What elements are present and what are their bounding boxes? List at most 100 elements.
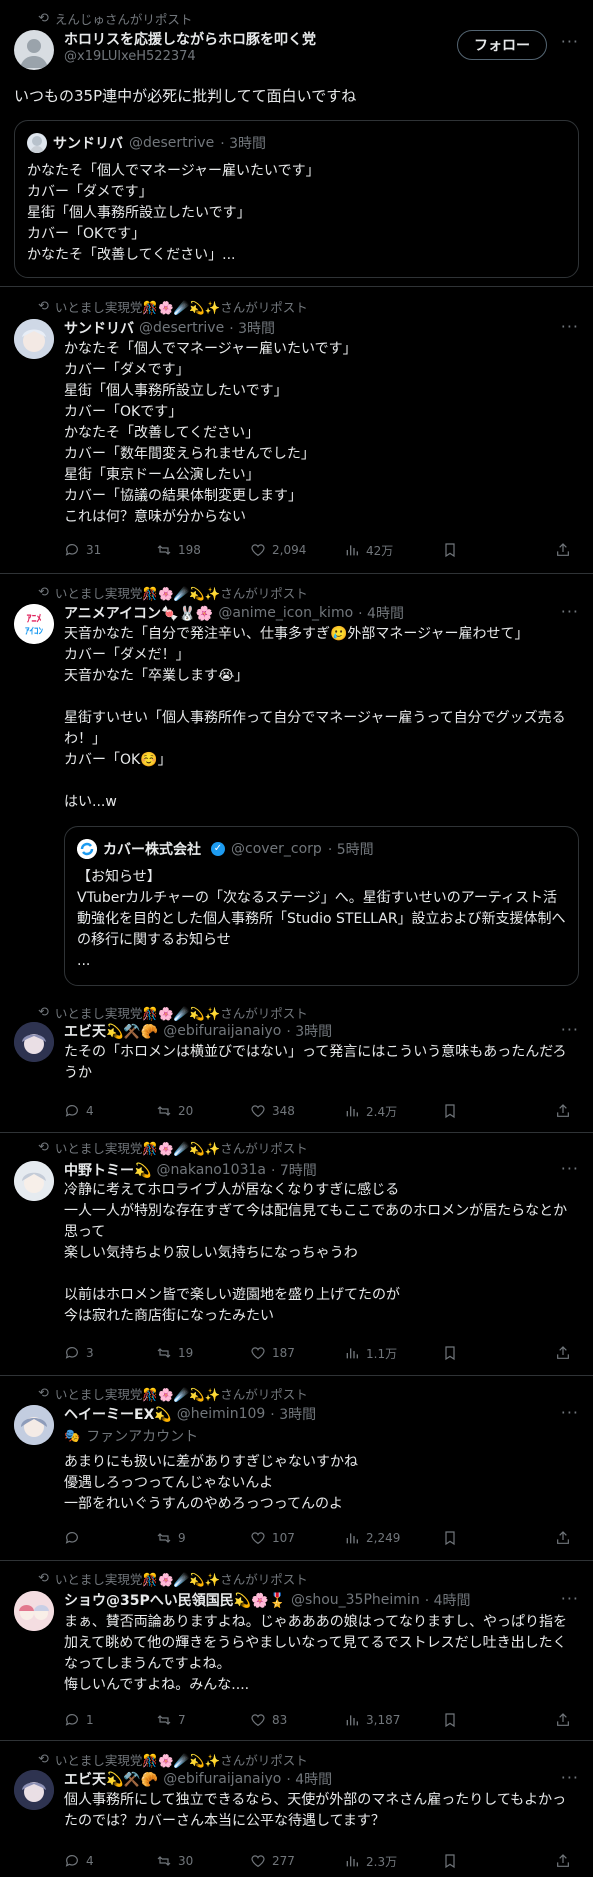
reply-button[interactable]: 3 xyxy=(64,1345,156,1361)
tweet-3[interactable]: ⟲ いとまし実現党🎊🌸☄️💫✨さんがリポスト ｱﾆﾒ ｱｲｺﾝ アニメアイコン🍬🐰… xyxy=(0,574,593,1000)
avatar[interactable] xyxy=(14,1022,54,1062)
views-button[interactable]: 1.1万 xyxy=(344,1345,442,1362)
quote-timestamp: · 5時間 xyxy=(327,842,374,858)
repost-button[interactable]: 19 xyxy=(156,1345,250,1361)
tweet-6[interactable]: ⟲ いとまし実現党🎊🌸☄️💫✨さんがリポスト ヘイーミーEX💫 @heimin1… xyxy=(0,1376,593,1561)
quote-display-name: サンドリバ xyxy=(53,136,123,152)
display-name[interactable]: サンドリバ xyxy=(64,318,134,338)
user-handle[interactable]: @x19LUlxeH522374 xyxy=(64,49,196,64)
repost-button[interactable]: 7 xyxy=(156,1712,250,1728)
tweet-8[interactable]: ⟲ いとまし実現党🎊🌸☄️💫✨さんがリポスト エビ天💫⚒️🥐 @ebifurai… xyxy=(0,1741,593,1877)
reply-button[interactable]: 1 xyxy=(64,1712,156,1728)
reply-icon xyxy=(65,1714,78,1726)
repost-button[interactable]: 20 xyxy=(156,1103,250,1119)
quote-header: サンドリバ @desertrive · 3時間 xyxy=(27,133,266,153)
repost-button[interactable]: 9 xyxy=(156,1530,250,1546)
avatar[interactable]: ｱﾆﾒ ｱｲｺﾝ xyxy=(14,604,54,644)
like-button[interactable]: 107 xyxy=(250,1530,344,1546)
user-handle[interactable]: @anime_icon_kimo xyxy=(218,605,353,621)
quoted-tweet[interactable]: カバー株式会社 ✓ @cover_corp · 5時間 【お知らせ】 VTube… xyxy=(64,826,579,986)
tweet-text: 個人事務所にして独立できるなら、天使が外部のマネさん雇ったりしてもよかったのでは… xyxy=(64,1792,567,1829)
tweet-1[interactable]: ⟲ えんじゅさんがリポスト ホロリスを応援しながらホロ豚を叩く党 @x19LUl… xyxy=(0,0,593,287)
user-handle[interactable]: @desertrive xyxy=(139,320,224,336)
bookmark-button[interactable] xyxy=(442,1712,470,1728)
quote-text: かなたそ「個人でマネージャー雇いたいです」 カバー「ダメです」 星街「個人事務所… xyxy=(27,163,320,263)
timestamp[interactable]: · 4時間 xyxy=(358,603,404,623)
avatar[interactable] xyxy=(14,1161,54,1201)
timestamp[interactable]: · 3時間 xyxy=(229,318,275,338)
follow-button[interactable]: フォロー xyxy=(457,30,547,60)
like-button[interactable]: 187 xyxy=(250,1345,344,1361)
tweet-2[interactable]: ⟲ いとまし実現党🎊🌸☄️💫✨さんがリポスト サンドリバ @desertrive… xyxy=(0,287,593,574)
avatar[interactable] xyxy=(14,319,54,359)
tweet-7[interactable]: ⟲ いとまし実現党🎊🌸☄️💫✨さんがリポスト ショウ@35Pへい民領国民💫🌸🎖️… xyxy=(0,1561,593,1741)
timestamp[interactable]: · 4時間 xyxy=(286,1769,332,1789)
reply-button[interactable] xyxy=(64,1530,156,1546)
share-button[interactable] xyxy=(555,1345,579,1361)
timestamp[interactable]: · 3時間 xyxy=(270,1404,316,1424)
views-button[interactable]: 2.4万 xyxy=(344,1103,442,1120)
share-button[interactable] xyxy=(555,1103,579,1119)
avatar[interactable] xyxy=(14,1591,54,1631)
like-button[interactable]: 277 xyxy=(250,1853,344,1869)
more-icon[interactable]: ··· xyxy=(561,602,579,621)
more-icon[interactable]: ··· xyxy=(561,1020,579,1039)
reply-icon xyxy=(65,1532,78,1544)
user-handle[interactable]: @shou_35Pheimin xyxy=(291,1592,420,1608)
share-button[interactable] xyxy=(555,1530,579,1546)
reply-button[interactable]: 4 xyxy=(64,1853,156,1869)
user-handle[interactable]: @heimin109 xyxy=(177,1406,266,1422)
timestamp[interactable]: · 4時間 xyxy=(425,1590,471,1610)
avatar[interactable] xyxy=(14,1770,54,1810)
repost-icon xyxy=(157,1715,171,1725)
avatar[interactable] xyxy=(14,1405,54,1445)
reply-icon xyxy=(65,1105,78,1117)
display-name[interactable]: ホロリスを応援しながらホロ豚を叩く党 xyxy=(64,29,316,49)
bookmark-button[interactable] xyxy=(442,542,470,558)
views-button[interactable]: 3,187 xyxy=(344,1712,442,1728)
user-handle[interactable]: @nakano1031a xyxy=(156,1162,266,1178)
display-name[interactable]: 中野トミー💫 xyxy=(64,1160,151,1180)
share-button[interactable] xyxy=(555,542,579,558)
user-handle[interactable]: @ebifuraijanaiyo xyxy=(163,1023,281,1039)
quoted-tweet[interactable]: サンドリバ @desertrive · 3時間 かなたそ「個人でマネージャー雇い… xyxy=(14,120,579,278)
display-name[interactable]: エビ天💫⚒️🥐 xyxy=(64,1021,158,1041)
reply-button[interactable]: 31 xyxy=(64,542,156,558)
display-name[interactable]: ショウ@35Pへい民領国民💫🌸🎖️ xyxy=(64,1590,286,1610)
share-button[interactable] xyxy=(555,1712,579,1728)
repost-button[interactable]: 30 xyxy=(156,1853,250,1869)
views-button[interactable]: 42万 xyxy=(344,542,442,559)
share-icon xyxy=(557,1104,569,1117)
timestamp[interactable]: · 3時間 xyxy=(286,1021,332,1041)
like-button[interactable]: 2,094 xyxy=(250,542,344,558)
bookmark-button[interactable] xyxy=(442,1103,470,1119)
bookmark-button[interactable] xyxy=(442,1530,470,1546)
display-name[interactable]: ヘイーミーEX💫 xyxy=(64,1404,172,1424)
repost-button[interactable]: 198 xyxy=(156,542,250,558)
avatar[interactable] xyxy=(14,30,54,70)
reply-button[interactable]: 4 xyxy=(64,1103,156,1119)
more-icon[interactable]: ··· xyxy=(561,317,579,336)
more-icon[interactable]: ··· xyxy=(561,32,579,51)
like-button[interactable]: 83 xyxy=(250,1712,344,1728)
share-button[interactable] xyxy=(555,1853,579,1869)
display-name[interactable]: エビ天💫⚒️🥐 xyxy=(64,1769,158,1789)
more-icon[interactable]: ··· xyxy=(561,1768,579,1787)
repost-label: いとまし実現党🎊🌸☄️💫✨さんがリポスト xyxy=(54,1572,308,1587)
timestamp[interactable]: · 7時間 xyxy=(271,1160,317,1180)
views-button[interactable]: 2.3万 xyxy=(344,1853,442,1870)
heart-icon xyxy=(251,1855,265,1868)
tweet-5[interactable]: ⟲ いとまし実現党🎊🌸☄️💫✨さんがリポスト 中野トミー💫 @nakano103… xyxy=(0,1133,593,1376)
more-icon[interactable]: ··· xyxy=(561,1159,579,1178)
like-button[interactable]: 348 xyxy=(250,1103,344,1119)
more-icon[interactable]: ··· xyxy=(561,1589,579,1608)
more-icon[interactable]: ··· xyxy=(561,1403,579,1422)
user-handle[interactable]: @ebifuraijanaiyo xyxy=(163,1771,281,1787)
views-button[interactable]: 2,249 xyxy=(344,1530,442,1546)
tweet-text: いつもの35P連中が必死に批判してて面白いですね xyxy=(14,87,357,105)
tweet-4[interactable]: ⟲ いとまし実現党🎊🌸☄️💫✨さんがリポスト エビ天💫⚒️🥐 @ebifurai… xyxy=(0,1000,593,1133)
bookmark-button[interactable] xyxy=(442,1345,470,1361)
quote-header: カバー株式会社 ✓ @cover_corp · 5時間 xyxy=(77,839,374,859)
display-name[interactable]: アニメアイコン🍬🐰🌸 xyxy=(64,603,213,623)
bookmark-button[interactable] xyxy=(442,1853,470,1869)
